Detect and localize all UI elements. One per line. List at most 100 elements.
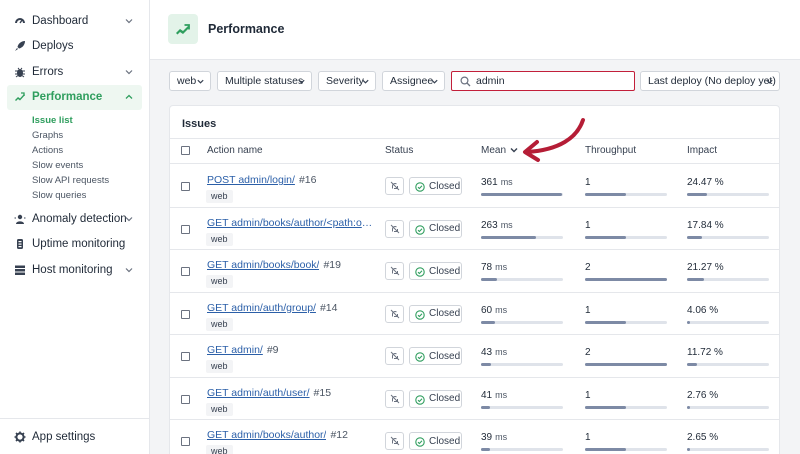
search-field[interactable] (451, 71, 635, 91)
notifications-off-button[interactable] (385, 177, 404, 195)
impact-bar (687, 320, 769, 324)
throughput-bar (585, 278, 667, 281)
severity-filter-label: Severity (326, 75, 364, 87)
mean-value: 361 ms (481, 177, 513, 188)
chevron-down-icon (125, 267, 133, 273)
status-closed-button[interactable]: Closed (409, 347, 462, 365)
performance-subnav: Issue list Graphs Actions Slow events Sl… (0, 110, 149, 206)
row-checkbox[interactable] (181, 224, 190, 234)
mean-bar (481, 235, 563, 239)
sidebar-item-performance[interactable]: Performance (7, 84, 142, 110)
throughput-bar (585, 193, 667, 196)
namespace-filter-label: web (177, 75, 197, 87)
throughput-bar-fill (585, 320, 626, 324)
sidebar-item-errors[interactable]: Errors (0, 59, 149, 85)
row-checkbox[interactable] (181, 394, 190, 404)
subnav-slow-queries[interactable]: Slow queries (32, 188, 149, 203)
status-closed-button[interactable]: Closed (409, 304, 462, 323)
issues-card: Issues Action name Status Mean Throughpu… (169, 105, 780, 454)
issue-number: #19 (323, 259, 341, 271)
chevron-down-icon (125, 216, 133, 222)
status-closed-button[interactable]: Closed (409, 177, 462, 195)
mean-bar-fill (481, 405, 491, 409)
arrow-annotation-icon (523, 118, 585, 162)
check-circle-icon (415, 267, 425, 277)
notifications-off-button[interactable] (385, 432, 404, 450)
subnav-slow-api-requests[interactable]: Slow API requests (32, 173, 149, 188)
throughput-bar (585, 405, 667, 409)
severity-filter[interactable]: Severity (318, 71, 376, 91)
chevron-down-icon (298, 79, 305, 84)
deploy-filter[interactable]: Last deploy (No deploy yet) (640, 71, 780, 91)
column-impact[interactable]: Impact (687, 145, 717, 156)
page-title: Performance (208, 22, 285, 36)
row-checkbox[interactable] (181, 352, 190, 361)
row-checkbox[interactable] (181, 267, 190, 276)
subnav-slow-events[interactable]: Slow events (32, 158, 149, 173)
select-all-checkbox[interactable] (181, 146, 190, 155)
check-circle-icon (415, 309, 425, 320)
mean-number: 263 (481, 219, 498, 231)
assignee-filter[interactable]: Assignee (382, 71, 445, 91)
column-status[interactable]: Status (385, 145, 413, 156)
mean-bar (481, 193, 563, 196)
notifications-off-button[interactable] (385, 262, 404, 280)
mean-bar-fill (481, 448, 491, 451)
namespace-filter[interactable]: web (169, 71, 211, 91)
impact-bar-fill (687, 235, 702, 239)
column-throughput[interactable]: Throughput (585, 145, 636, 156)
action-name-link[interactable]: GET admin/books/author/ (207, 429, 326, 441)
sidebar-item-dashboard[interactable]: Dashboard (0, 8, 149, 34)
impact-value: 24.47 % (687, 177, 724, 188)
issue-number: #14 (319, 301, 338, 314)
action-name-link[interactable]: POST admin/login/ (207, 174, 295, 186)
notifications-off-button[interactable] (385, 389, 404, 408)
notifications-off-button[interactable] (385, 347, 404, 365)
action-name-link[interactable]: GET admin/ (207, 344, 263, 356)
row-checkbox[interactable] (181, 182, 190, 191)
mean-bar (481, 448, 563, 451)
subnav-graphs[interactable]: Graphs (32, 128, 149, 143)
sidebar-item-app-settings[interactable]: App settings (0, 419, 149, 454)
status-label: Closed (429, 435, 461, 447)
search-input[interactable] (476, 74, 626, 88)
sidebar-item-host-monitoring[interactable]: Host monitoring (0, 257, 149, 283)
notifications-off-button[interactable] (385, 304, 404, 323)
action-name-link[interactable]: GET admin/auth/group/ (207, 302, 316, 314)
impact-bar-fill (687, 448, 691, 451)
status-closed-button[interactable]: Closed (409, 389, 462, 408)
check-circle-icon (415, 394, 425, 405)
mean-bar (481, 405, 563, 409)
impact-bar (687, 193, 769, 196)
throughput-value: 2 (585, 262, 591, 273)
subnav-actions[interactable]: Actions (32, 143, 149, 158)
status-closed-button[interactable]: Closed (409, 432, 462, 450)
notifications-off-button[interactable] (385, 219, 404, 238)
throughput-bar-fill (585, 278, 667, 281)
action-name-link[interactable]: GET admin/auth/user/ (207, 387, 310, 399)
sidebar-item-label: Deploys (32, 40, 74, 53)
table-row: GET admin/auth/user/#15 web Closed 41 ms … (170, 378, 779, 420)
column-action-name[interactable]: Action name (207, 145, 263, 156)
subnav-issue-list[interactable]: Issue list (32, 113, 149, 128)
impact-value: 4.06 % (687, 304, 719, 316)
throughput-bar (585, 448, 667, 451)
impact-bar (687, 363, 769, 366)
status-filter[interactable]: Multiple statuses (217, 71, 312, 91)
mean-unit: ms (495, 389, 508, 400)
column-mean-wrap[interactable]: Mean (481, 145, 518, 156)
check-circle-icon (415, 224, 425, 235)
table-row: GET admin/books/author/ #12 web Closed 39… (170, 420, 779, 454)
status-closed-button[interactable]: Closed (409, 262, 462, 280)
row-checkbox[interactable] (181, 437, 190, 446)
action-name-link[interactable]: GET admin/books/author/<path:object_id>/… (207, 217, 373, 229)
check-circle-icon (415, 352, 425, 362)
action-name-link[interactable]: GET admin/books/book/ (207, 259, 319, 271)
sidebar-item-deploys[interactable]: Deploys (0, 34, 149, 60)
status-closed-button[interactable]: Closed (409, 219, 462, 238)
mean-number: 361 (481, 177, 498, 188)
sidebar-item-uptime-monitoring[interactable]: Uptime monitoring (0, 232, 149, 258)
row-checkbox[interactable] (181, 309, 190, 319)
sidebar-item-anomaly-detection[interactable]: Anomaly detection (0, 206, 149, 232)
mean-value: 41 ms (481, 390, 507, 401)
